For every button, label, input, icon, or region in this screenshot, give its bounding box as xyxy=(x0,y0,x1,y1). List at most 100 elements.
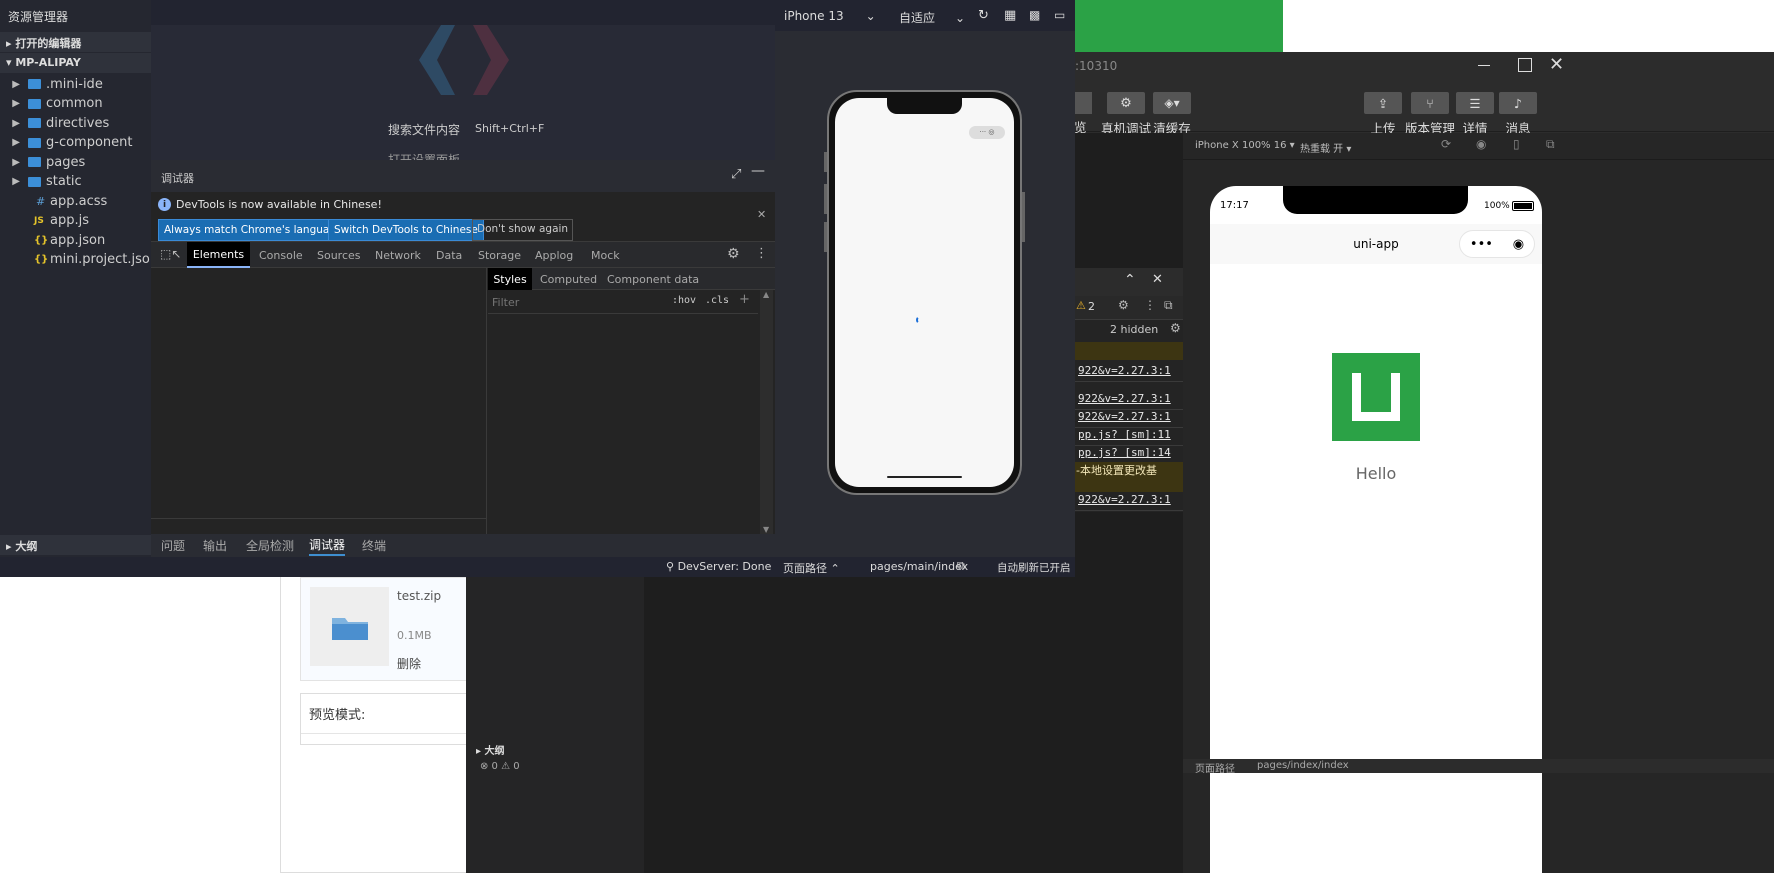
device-select-label: iPhone X 100% 16 xyxy=(1195,140,1287,151)
expand-icon[interactable]: ⤢ xyxy=(731,167,741,182)
switch-chinese-button[interactable]: Switch DevTools to Chinese xyxy=(328,219,484,241)
cls-toggle[interactable]: .cls xyxy=(705,295,729,306)
tab-styles[interactable]: Styles xyxy=(488,268,532,290)
devserver-label: DevServer: Done xyxy=(677,560,772,573)
device-icon[interactable]: ▯ xyxy=(1513,137,1520,151)
hidden-count: 2 hidden xyxy=(1110,323,1159,336)
copy-icon[interactable]: ⧉ xyxy=(957,559,965,573)
wechat-status-counts: ⊗ 0 ⚠ 0 xyxy=(480,761,520,772)
hot-reload-select[interactable]: 热重载 开 ▾ xyxy=(1300,140,1351,155)
tab-network[interactable]: Network xyxy=(375,242,421,268)
preview-button-partial[interactable] xyxy=(1072,92,1092,114)
add-rule-icon[interactable]: + xyxy=(739,292,750,307)
preview-mode-label: 预览模式: xyxy=(309,708,366,723)
console-line[interactable]: 922&v=2.27.3:1 xyxy=(1074,493,1194,511)
close-button[interactable]: ✕ xyxy=(1549,54,1564,75)
path-label[interactable]: 页面路径 ⌃ xyxy=(783,560,840,576)
upload-icon: ⇪ xyxy=(1377,95,1389,111)
file-name: test.zip xyxy=(397,589,442,603)
tab-global-check[interactable]: 全局检测 xyxy=(246,534,294,556)
hov-toggle[interactable]: :hov xyxy=(672,295,696,306)
tab-output[interactable]: 输出 xyxy=(203,534,227,556)
reload-icon[interactable]: ↻ xyxy=(978,8,989,23)
page-path: pages/main/index xyxy=(870,560,969,573)
device-dropdown[interactable]: iPhone 13 ⌄ xyxy=(784,9,876,23)
path-label-text: 页面路径 xyxy=(783,562,827,575)
bug-icon: ⚙ xyxy=(1120,95,1132,111)
tab-problems[interactable]: 问题 xyxy=(161,534,185,556)
collapse-icon[interactable]: ⌃ xyxy=(1124,272,1136,288)
tab-component-data[interactable]: Component data xyxy=(607,268,699,290)
search-files-shortcut: Shift+Ctrl+F xyxy=(475,122,545,135)
styles-filter-input[interactable] xyxy=(492,293,662,311)
console-settings-icon[interactable]: ⚙ xyxy=(1118,298,1129,312)
capsule-button[interactable]: ••• ◉ xyxy=(1459,230,1535,258)
tab-terminal[interactable]: 终端 xyxy=(362,534,386,556)
file-label: app.json xyxy=(50,232,106,248)
version-button[interactable]: ⑂ 版本管理 xyxy=(1404,92,1456,137)
dont-show-button[interactable]: Don't show again xyxy=(472,219,574,241)
wechat-outline-label: 大纲 xyxy=(484,746,505,757)
wechat-console-header: ⌃ ✕ xyxy=(1074,268,1184,296)
tab-console[interactable]: Console xyxy=(259,242,303,268)
inspect-icon[interactable]: ⬚↖ xyxy=(160,247,181,261)
open-editors-header[interactable]: ▸ 打开的编辑器 xyxy=(0,32,151,52)
folder-icon xyxy=(28,118,41,128)
minimize-button[interactable] xyxy=(1478,65,1490,66)
delete-link[interactable]: 删除 xyxy=(397,655,421,672)
notice-close-icon[interactable]: ✕ xyxy=(757,208,766,221)
scale-dropdown[interactable]: 自适应 ⌄ xyxy=(899,9,965,26)
folder-icon xyxy=(28,176,41,187)
popout-icon[interactable]: ⧉ xyxy=(1546,137,1555,152)
window-icon[interactable]: ▭ xyxy=(1054,8,1065,22)
devtools-more-icon[interactable]: ⋮ xyxy=(755,246,768,261)
styles-scrollbar[interactable]: ▲ ▼ xyxy=(760,290,773,534)
console-more-icon[interactable]: ⋮ xyxy=(1144,298,1156,312)
settings-grid-icon[interactable]: ▩ xyxy=(1029,8,1040,22)
statusbar: ⚲ DevServer: Done 页面路径 ⌃ pages/main/inde… xyxy=(0,557,1075,577)
messages-button[interactable]: ♪ 消息 xyxy=(1495,92,1541,137)
js-file-icon: JS xyxy=(34,215,44,226)
open-editors-label: 打开的编辑器 xyxy=(15,37,82,50)
wechat-bottom-bar: 页面路径 pages/index/index xyxy=(1183,759,1774,775)
console-line[interactable]: 922&v=2.27.3:1 xyxy=(1074,392,1194,410)
minimize-panel-icon[interactable]: — xyxy=(751,163,765,179)
outline-header[interactable]: ▸ 大纲 xyxy=(0,535,151,555)
tab-mock[interactable]: Mock xyxy=(591,242,620,268)
console-close-icon[interactable]: ✕ xyxy=(1152,272,1163,287)
console-line[interactable]: 922&v=2.27.3:1 xyxy=(1074,410,1194,428)
details-button[interactable]: ☰ 详情 xyxy=(1452,92,1498,137)
maximize-button[interactable] xyxy=(1518,58,1532,72)
devtools-settings-icon[interactable]: ⚙ xyxy=(727,246,740,262)
hot-reload-label: 热重载 开 xyxy=(1300,144,1344,155)
console-dock-icon[interactable]: ⧉ xyxy=(1164,298,1173,313)
file-label: app.js xyxy=(50,213,89,228)
wechat-outline[interactable]: ▸ 大纲 xyxy=(466,742,644,760)
tab-computed[interactable]: Computed xyxy=(540,268,597,290)
file-thumbnail[interactable] xyxy=(310,587,389,666)
tab-debugger[interactable]: 调试器 xyxy=(309,534,346,556)
file-label: mini.project.json xyxy=(50,252,159,267)
console-line[interactable]: 922&v=2.27.3:1 xyxy=(1074,364,1194,382)
record-icon[interactable]: ◉ xyxy=(1476,137,1486,151)
console-line[interactable]: pp.js? [sm]:11 xyxy=(1074,428,1194,446)
clear-cache-button[interactable]: ◈▾ 清缓存 xyxy=(1142,92,1202,137)
upload-button[interactable]: ⇪ 上传 xyxy=(1360,92,1406,137)
match-language-button[interactable]: Always match Chrome's language xyxy=(158,219,349,241)
wechat-title: :10310 xyxy=(1075,59,1118,73)
filter-settings-icon[interactable]: ⚙ xyxy=(1170,321,1181,335)
auto-refresh-status[interactable]: 自动刷新已开启 xyxy=(997,560,1071,575)
grid-icon[interactable]: ▦ xyxy=(1004,8,1016,23)
mini-capsule[interactable]: ··· ◎ xyxy=(969,126,1005,139)
wechat-path[interactable]: pages/index/index xyxy=(1257,760,1349,771)
chevron-up-icon: ⌃ xyxy=(830,562,840,575)
refresh-icon[interactable]: ⟳ xyxy=(1441,137,1451,151)
tab-elements[interactable]: Elements xyxy=(187,242,250,268)
file-item[interactable]: {} mini.project.json xyxy=(0,249,170,271)
tab-data[interactable]: Data xyxy=(436,242,462,268)
tab-applog[interactable]: Applog xyxy=(535,242,573,268)
tab-sources[interactable]: Sources xyxy=(317,242,361,268)
device-select[interactable]: iPhone X 100% 16 ▾ xyxy=(1195,140,1295,151)
project-header[interactable]: ▾ MP-ALIPAY xyxy=(0,53,151,73)
tab-storage[interactable]: Storage xyxy=(478,242,521,268)
